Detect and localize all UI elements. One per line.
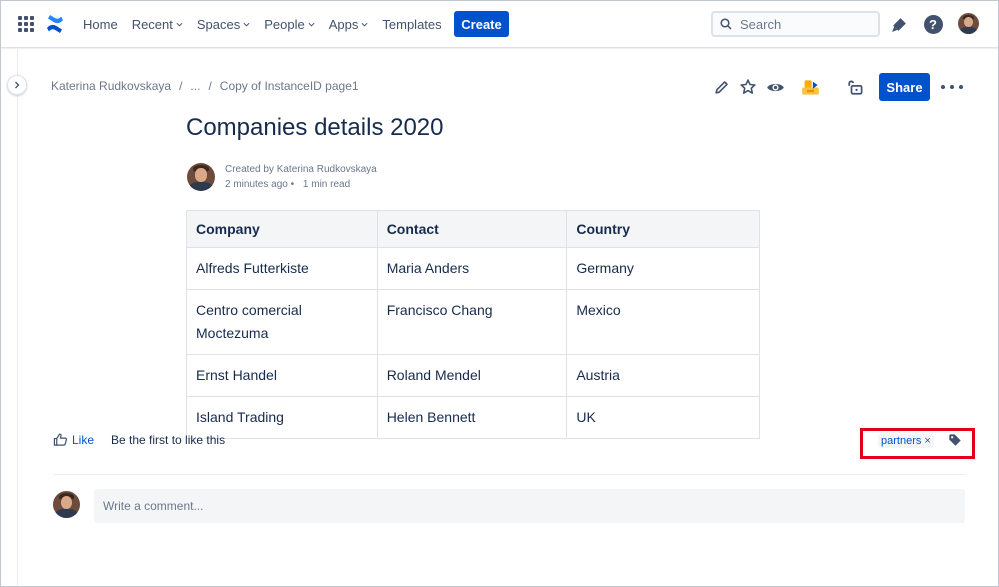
edit-icon	[714, 80, 728, 94]
sidebar-collapsed	[0, 49, 18, 587]
table-row: Island Trading Helen Bennett UK	[186, 396, 760, 439]
top-navigation: Home Recent Spaces People Apps Templates…	[0, 0, 999, 48]
nav-home[interactable]: Home	[76, 8, 125, 40]
nav-people[interactable]: People	[257, 8, 321, 40]
likes-summary: Be the first to like this	[111, 432, 226, 447]
companies-table: Company Contact Country Alfreds Futterki…	[186, 210, 760, 439]
byline-meta: 2 minutes ago • 1 min read	[225, 177, 377, 192]
nav-apps-label: Apps	[328, 16, 359, 32]
table-cell: Roland Mendel	[376, 354, 568, 397]
edit-button[interactable]	[711, 77, 731, 97]
column-header: Contact	[376, 210, 568, 248]
nav-people-label: People	[264, 16, 305, 32]
thumbs-up-icon	[53, 433, 68, 446]
search-box[interactable]	[711, 11, 880, 37]
eye-icon	[766, 83, 784, 91]
restrictions-button[interactable]	[846, 77, 866, 97]
table-cell: Austria	[566, 354, 760, 397]
table-cell: Helen Bennett	[376, 396, 568, 439]
more-icon	[941, 85, 945, 89]
chevron-down-icon	[176, 22, 183, 27]
commenter-avatar	[53, 491, 80, 518]
remove-label-icon[interactable]: ×	[924, 435, 930, 447]
megaphone-icon	[891, 17, 906, 32]
nav-recent-label: Recent	[131, 16, 173, 32]
page-title: Companies details 2020	[186, 114, 444, 141]
page-byline: Created by Katerina Rudkovskaya 2 minute…	[225, 162, 377, 192]
create-button[interactable]: Create	[454, 11, 509, 37]
breadcrumb-ellipsis[interactable]: ...	[190, 79, 200, 93]
search-input[interactable]	[740, 16, 870, 32]
table-cell: Ernst Handel	[186, 354, 378, 397]
nav-templates-label: Templates	[382, 16, 442, 32]
breadcrumb-separator: /	[179, 79, 183, 93]
confluence-logo-icon[interactable]	[45, 13, 65, 35]
nav-recent[interactable]: Recent	[125, 8, 190, 40]
comment-input[interactable]	[103, 499, 965, 513]
table-row: Centro comercial Moctezuma Francisco Cha…	[186, 289, 760, 355]
nav-templates[interactable]: Templates	[375, 8, 448, 40]
unlock-icon	[848, 80, 863, 95]
chevron-down-icon	[308, 22, 315, 27]
app-extension-button[interactable]	[800, 77, 820, 97]
chevron-down-icon	[243, 22, 250, 27]
nav-apps[interactable]: Apps	[322, 8, 376, 40]
byline-separator: •	[290, 179, 295, 190]
star-icon	[740, 79, 756, 94]
table-row: Ernst Handel Roland Mendel Austria	[186, 354, 760, 397]
breadcrumb-owner[interactable]: Katerina Rudkovskaya	[51, 79, 171, 93]
expand-sidebar-button[interactable]	[7, 75, 27, 95]
table-cell: UK	[566, 396, 760, 439]
created-by-text: Created by Katerina Rudkovskaya	[225, 164, 377, 175]
like-row: Like Be the first to like this	[53, 432, 225, 447]
table-row: Alfreds Futterkiste Maria Anders Germany	[186, 247, 760, 290]
table-cell: Alfreds Futterkiste	[186, 247, 378, 290]
help-button[interactable]: ?	[922, 13, 944, 35]
nav-spaces-label: Spaces	[196, 16, 241, 32]
app-icon	[801, 79, 819, 95]
nav-home-label: Home	[83, 16, 118, 32]
tag-icon[interactable]	[948, 433, 962, 447]
label-chip-partners[interactable]: partners ×	[878, 434, 934, 448]
chevron-down-icon	[361, 22, 368, 27]
watch-button[interactable]	[765, 77, 785, 97]
user-avatar[interactable]	[958, 13, 979, 34]
table-cell: Maria Anders	[376, 247, 568, 290]
nav-spaces[interactable]: Spaces	[190, 8, 257, 40]
breadcrumb-parent-page[interactable]: Copy of InstanceID page1	[220, 79, 359, 93]
search-icon	[720, 18, 732, 30]
like-button[interactable]: Like	[53, 432, 94, 447]
label-text[interactable]: partners	[881, 435, 921, 447]
comment-box[interactable]	[94, 489, 965, 523]
comments-divider	[53, 474, 965, 475]
notifications-icon[interactable]	[888, 13, 910, 35]
primary-nav: Home Recent Spaces People Apps Templates	[76, 0, 449, 48]
table-header-row: Company Contact Country	[186, 210, 760, 248]
like-label: Like	[72, 432, 95, 447]
last-updated-time[interactable]: 2 minutes ago	[225, 179, 288, 190]
apps-grid-icon[interactable]	[18, 16, 34, 32]
table-cell: Mexico	[566, 289, 760, 355]
table-cell: Francisco Chang	[376, 289, 568, 355]
table-cell: Centro comercial Moctezuma	[186, 289, 378, 355]
share-button[interactable]: Share	[879, 73, 930, 101]
star-button[interactable]	[738, 77, 758, 97]
table-cell: Germany	[566, 247, 760, 290]
read-time: 1 min read	[302, 179, 351, 190]
breadcrumb: Katerina Rudkovskaya / ... / Copy of Ins…	[51, 79, 359, 93]
author-avatar[interactable]	[187, 163, 215, 191]
column-header: Country	[566, 210, 760, 248]
column-header: Company	[186, 210, 378, 248]
chevron-right-icon	[15, 81, 20, 89]
help-icon: ?	[923, 14, 943, 34]
more-actions-button[interactable]	[941, 78, 963, 96]
breadcrumb-separator: /	[208, 79, 212, 93]
